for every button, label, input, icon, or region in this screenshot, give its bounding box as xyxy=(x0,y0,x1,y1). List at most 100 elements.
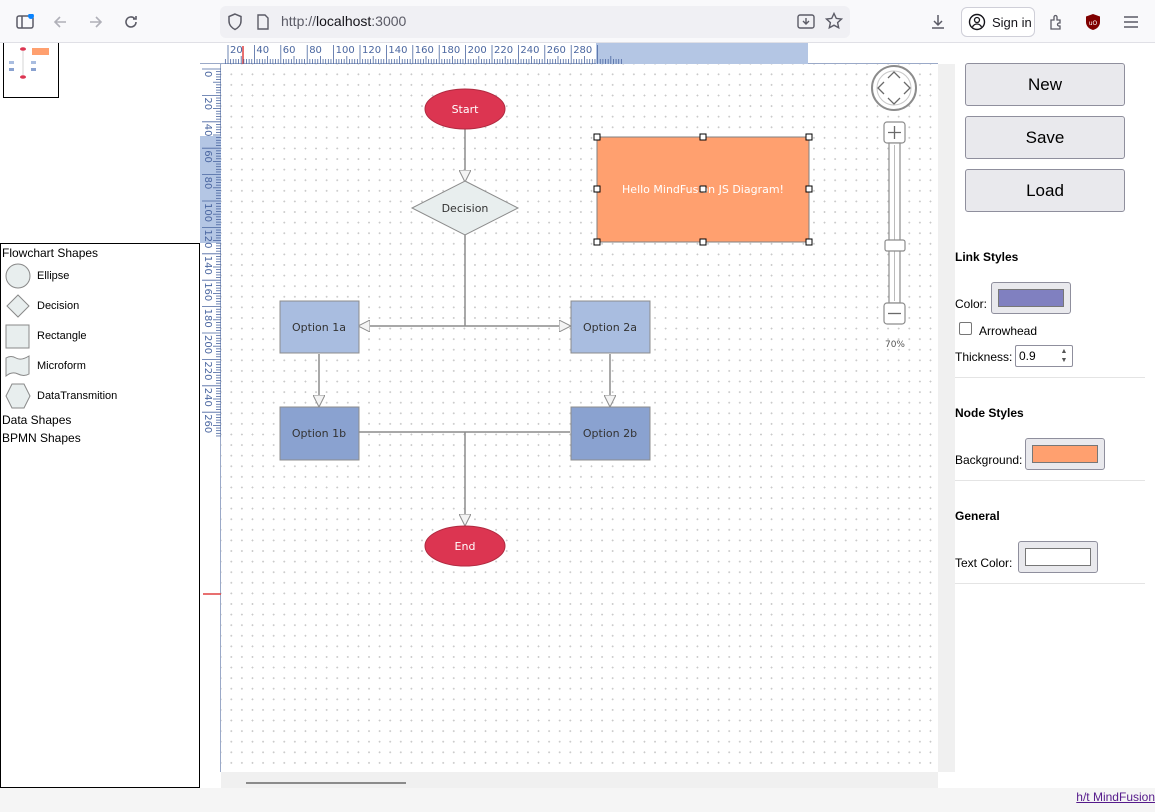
link-styles-title: Link Styles xyxy=(955,250,1019,264)
url-protocol: http:// xyxy=(281,13,317,29)
node-hello-selected[interactable]: Hello MindFusion JS Diagram! xyxy=(593,133,813,246)
load-button[interactable]: Load xyxy=(965,169,1125,212)
separator xyxy=(955,480,1145,481)
ruler-left-label: 40 xyxy=(202,124,213,137)
data-shapes-header[interactable]: Data Shapes xyxy=(1,413,199,431)
text-color-swatch xyxy=(1025,548,1091,566)
back-arrow-icon[interactable] xyxy=(48,10,72,34)
thickness-spinner[interactable]: ▲ ▼ xyxy=(1057,347,1071,365)
node-option2a-label: Option 2a xyxy=(583,321,637,334)
ruler-top-label: 240 xyxy=(520,45,539,56)
url-port: :3000 xyxy=(371,13,407,29)
ublock-icon[interactable]: uO xyxy=(1081,10,1105,34)
reload-icon[interactable] xyxy=(119,10,143,34)
horizontal-scrollbar-thumb[interactable] xyxy=(246,782,406,784)
menu-hamburger-icon[interactable] xyxy=(1119,10,1143,34)
url-text[interactable]: http://localhost:3000 xyxy=(281,13,406,29)
node-option1a[interactable]: Option 1a xyxy=(279,300,360,354)
ruler-top-label: 200 xyxy=(468,45,487,56)
rectangle-shape-icon xyxy=(5,324,30,349)
forward-arrow-icon[interactable] xyxy=(84,10,108,34)
pan-control[interactable] xyxy=(871,65,917,111)
horizontal-ruler: 20 40 60 80 100 120 140 160 180 200 220 240 260 280 xyxy=(200,43,938,64)
ruler-top-label: 140 xyxy=(388,45,407,56)
ruler-left-label: 20 xyxy=(202,97,213,110)
decision-shape-icon xyxy=(6,294,30,318)
text-color-label: Text Color: xyxy=(955,556,1013,570)
general-title: General xyxy=(955,509,1000,523)
node-option1b-label: Option 1b xyxy=(292,427,346,440)
address-bar[interactable]: http://localhost:3000 xyxy=(220,6,850,38)
node-option2b[interactable]: Option 2b xyxy=(570,406,651,461)
link-color-swatch xyxy=(998,289,1064,307)
account-icon xyxy=(968,13,986,31)
svg-text:uO: uO xyxy=(1089,20,1098,27)
ruler-left-label: 100 xyxy=(202,203,213,222)
ruler-left-label: 240 xyxy=(202,388,213,407)
background-color-picker[interactable] xyxy=(1025,438,1105,470)
node-option1a-label: Option 1a xyxy=(292,321,346,334)
ruler-left-label: 200 xyxy=(202,335,213,354)
node-decision-label: Decision xyxy=(442,202,489,215)
new-button[interactable]: New xyxy=(965,63,1125,106)
node-end[interactable]: End xyxy=(424,525,506,567)
palette-item-label: DataTransmition xyxy=(37,390,118,402)
arrowhead-label: Arrowhead xyxy=(979,324,1038,338)
palette-item-microform[interactable]: Microform xyxy=(1,351,199,381)
credit-link[interactable]: h/t MindFusion xyxy=(1076,790,1155,804)
zoom-out-button[interactable] xyxy=(883,302,906,325)
palette-item-ellipse[interactable]: Ellipse xyxy=(1,261,199,291)
palette-item-decision[interactable]: Decision xyxy=(1,291,199,321)
diagram-canvas[interactable]: Start Decision Hello MindFusion JS Diagr… xyxy=(221,64,938,772)
sidebar-toggle-icon[interactable] xyxy=(13,10,37,34)
palette-item-datatransmition[interactable]: DataTransmition xyxy=(1,381,199,411)
sign-in-button[interactable]: Sign in xyxy=(961,7,1035,37)
link-merge-end[interactable] xyxy=(359,431,570,525)
node-option2a[interactable]: Option 2a xyxy=(570,300,651,354)
zoom-slider-track[interactable] xyxy=(888,142,901,304)
vertical-ruler: 0 20 40 60 80 100 120 140 160 180 200 220 240 260 xyxy=(200,64,221,772)
bookmark-star-icon[interactable] xyxy=(824,11,844,34)
flowchart-shapes-header[interactable]: Flowchart Shapes xyxy=(1,244,199,261)
ruler-top-label: 160 xyxy=(415,45,434,56)
spin-down-icon[interactable]: ▼ xyxy=(1057,356,1071,365)
node-start[interactable]: Start xyxy=(424,88,506,130)
palette-item-label: Ellipse xyxy=(37,270,70,282)
horizontal-scrollbar[interactable] xyxy=(221,772,938,788)
ruler-top-label: 20 xyxy=(230,45,243,56)
ruler-left-label: 140 xyxy=(202,256,213,275)
install-page-icon[interactable] xyxy=(797,13,815,35)
vertical-scrollbar[interactable] xyxy=(938,64,955,772)
browser-toolbar: http://localhost:3000 Sign in uO xyxy=(0,0,1155,43)
ruler-top-label: 220 xyxy=(494,45,513,56)
palette-item-rectangle[interactable]: Rectangle xyxy=(1,321,199,351)
ruler-left-label: 120 xyxy=(202,229,213,248)
spin-up-icon[interactable]: ▲ xyxy=(1057,347,1071,356)
link-color-picker[interactable] xyxy=(991,282,1071,314)
link-decision-branch[interactable] xyxy=(359,235,570,326)
ruler-left-label: 60 xyxy=(202,150,213,163)
node-decision[interactable]: Decision xyxy=(410,180,520,236)
ruler-top-label: 40 xyxy=(256,45,269,56)
node-option1b[interactable]: Option 1b xyxy=(279,406,360,461)
ruler-top-label: 120 xyxy=(362,45,381,56)
extensions-icon[interactable] xyxy=(1044,10,1068,34)
shield-icon[interactable] xyxy=(227,13,243,35)
arrowhead-checkbox[interactable] xyxy=(959,322,972,335)
background-label: Background: xyxy=(955,453,1023,467)
zoom-slider-thumb[interactable] xyxy=(884,239,906,252)
text-color-picker[interactable] xyxy=(1018,541,1098,573)
downloads-icon[interactable] xyxy=(926,10,950,34)
bpmn-shapes-header[interactable]: BPMN Shapes xyxy=(1,431,199,449)
ruler-top-label: 180 xyxy=(441,45,460,56)
ruler-top-label: 260 xyxy=(547,45,566,56)
ruler-top-label: 60 xyxy=(283,45,296,56)
diagram-overview[interactable] xyxy=(3,43,59,98)
ruler-top-label: 280 xyxy=(573,45,592,56)
zoom-in-button[interactable] xyxy=(883,121,906,144)
save-button[interactable]: Save xyxy=(965,116,1125,159)
ruler-left-label: 180 xyxy=(202,309,213,328)
palette-item-label: Microform xyxy=(37,360,86,372)
page-info-icon[interactable] xyxy=(256,14,270,34)
thickness-input[interactable]: 0.9 ▲ ▼ xyxy=(1015,345,1073,367)
